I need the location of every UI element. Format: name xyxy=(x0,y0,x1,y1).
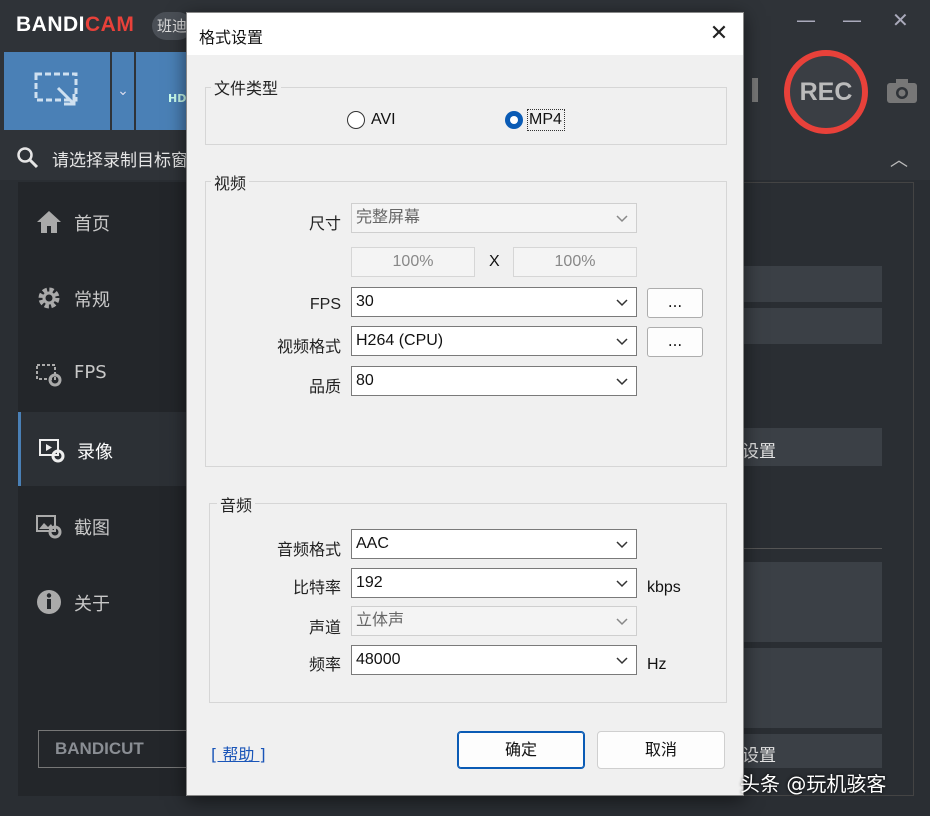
home-icon xyxy=(37,211,61,233)
cancel-button[interactable]: 取消 xyxy=(597,731,725,769)
close-icon[interactable]: ✕ xyxy=(705,21,733,47)
video-group-label: 视频 xyxy=(211,170,250,194)
app-close-icon[interactable]: ✕ xyxy=(892,8,909,32)
watermark: 头条 @玩机骇客 xyxy=(740,772,887,796)
format-settings-dialog: 格式设置 ✕ 文件类型 AVI MP4 视频 尺寸 完整屏幕 100% X 10… xyxy=(186,12,744,796)
chevron-down-icon xyxy=(616,299,628,307)
bitrate-value: 192 xyxy=(356,574,383,591)
sidebar-item-screenshot[interactable]: 截图 xyxy=(18,488,188,562)
size-select: 完整屏幕 xyxy=(351,203,637,233)
sidebar-item-label: 常规 xyxy=(74,290,110,311)
size-value: 完整屏幕 xyxy=(356,209,421,226)
times-label: X xyxy=(489,253,500,270)
dialog-title: 格式设置 xyxy=(199,28,264,47)
height-percent-field: 100% xyxy=(513,247,637,277)
frequency-label: 频率 xyxy=(308,655,341,674)
file-type-group xyxy=(205,87,727,145)
sidebar-item-label: FPS xyxy=(74,362,107,383)
quality-select[interactable]: 80 xyxy=(351,366,637,396)
mp4-radio-label[interactable]: MP4 xyxy=(529,111,562,129)
sidebar-item-home[interactable]: 首页 xyxy=(18,184,188,258)
chevron-down-icon xyxy=(616,338,628,346)
divider xyxy=(744,548,882,549)
bg-row xyxy=(744,266,882,302)
screen-mode-button[interactable] xyxy=(4,52,110,130)
chevron-down-icon xyxy=(616,541,628,549)
bandicam-logo: BANDICAM xyxy=(16,13,135,36)
video-format-value: H264 (CPU) xyxy=(356,332,444,349)
mode-dropdown-arrow[interactable]: ⌄ xyxy=(112,52,134,130)
fps-more-button[interactable]: ... xyxy=(647,288,703,318)
chevron-down-icon xyxy=(616,657,628,665)
sidebar-item-fps[interactable]: FPS xyxy=(18,336,188,410)
file-type-group-label: 文件类型 xyxy=(211,75,282,99)
collapse-chevron-icon[interactable]: ︿ xyxy=(890,146,908,172)
bitrate-unit: kbps xyxy=(647,579,681,596)
fps-value: 30 xyxy=(356,293,374,310)
audio-format-label: 音频格式 xyxy=(276,540,341,559)
bg-row xyxy=(744,562,882,642)
fps-icon xyxy=(36,364,62,387)
sidebar-item-label: 首页 xyxy=(74,214,110,235)
sidebar-item-video[interactable]: 录像 xyxy=(18,412,188,486)
chevron-down-icon xyxy=(616,378,628,386)
info-icon xyxy=(37,590,61,614)
chevron-down-icon xyxy=(616,215,628,223)
gear-icon xyxy=(38,287,60,309)
bg-row xyxy=(744,308,882,344)
frequency-select[interactable]: 48000 xyxy=(351,645,637,675)
ok-button[interactable]: 确定 xyxy=(457,731,585,769)
channel-label: 声道 xyxy=(308,618,341,637)
bitrate-label: 比特率 xyxy=(292,578,341,597)
dialog-titlebar: 格式设置 ✕ xyxy=(187,13,743,55)
channel-select: 立体声 xyxy=(351,606,637,636)
search-prompt: 请选择录制目标窗 xyxy=(52,151,188,171)
chevron-down-icon xyxy=(616,618,628,626)
rec-button[interactable]: REC xyxy=(784,50,868,134)
bg-settings-label: 设置 xyxy=(742,746,776,766)
chevron-down-icon xyxy=(616,580,628,588)
search-icon xyxy=(17,147,39,169)
mp4-radio[interactable] xyxy=(505,111,523,129)
screen-select-icon xyxy=(34,72,78,106)
pause-icon[interactable] xyxy=(752,78,758,102)
quality-value: 80 xyxy=(356,372,374,389)
audio-group-label: 音频 xyxy=(217,492,256,516)
minimize-mini-icon[interactable]: — xyxy=(796,8,816,32)
camera-icon[interactable] xyxy=(886,78,918,104)
sidebar-item-label: 录像 xyxy=(77,442,113,463)
bg-row xyxy=(744,648,882,728)
bandicut-button[interactable]: BANDICUT xyxy=(38,730,190,768)
frequency-unit: Hz xyxy=(647,656,667,673)
video-format-more-button[interactable]: ... xyxy=(647,327,703,357)
channel-value: 立体声 xyxy=(356,612,405,629)
minimize-icon[interactable]: — xyxy=(842,8,862,32)
sidebar-item-label: 截图 xyxy=(74,518,110,539)
hdmi-mode-button[interactable]: HD xyxy=(136,52,188,130)
video-settings-icon xyxy=(39,439,65,463)
bitrate-select[interactable]: 192 xyxy=(351,568,637,598)
width-percent-field: 100% xyxy=(351,247,475,277)
sidebar-item-label: 关于 xyxy=(74,594,110,615)
video-format-label: 视频格式 xyxy=(276,337,341,356)
help-link[interactable]: [ 帮助 ] xyxy=(211,741,266,765)
sidebar-item-about[interactable]: 关于 xyxy=(18,564,188,638)
video-format-select[interactable]: H264 (CPU) xyxy=(351,326,637,356)
bg-settings-label: 设置 xyxy=(742,442,776,462)
avi-radio-label[interactable]: AVI xyxy=(371,111,396,129)
frequency-value: 48000 xyxy=(356,651,401,668)
avi-radio[interactable] xyxy=(347,111,365,129)
image-settings-icon xyxy=(36,515,62,539)
hdmi-label: HD xyxy=(168,92,187,105)
audio-format-select[interactable]: AAC xyxy=(351,529,637,559)
fps-select[interactable]: 30 xyxy=(351,287,637,317)
quality-label: 品质 xyxy=(308,377,341,396)
fps-label: FPS xyxy=(309,296,341,313)
size-label: 尺寸 xyxy=(308,214,341,233)
sidebar-item-general[interactable]: 常规 xyxy=(18,260,188,334)
audio-format-value: AAC xyxy=(356,535,389,552)
